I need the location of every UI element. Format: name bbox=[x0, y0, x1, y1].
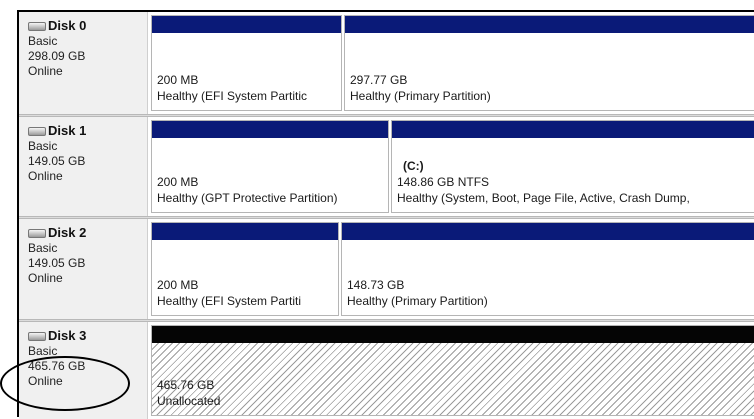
partition-status: Healthy (EFI System Partitic bbox=[157, 89, 308, 103]
hard-disk-icon bbox=[28, 126, 46, 136]
disk-size: 149.05 GB bbox=[28, 256, 86, 270]
disk-type: Basic bbox=[28, 139, 58, 153]
partition-status: Healthy (System, Boot, Page File, Active… bbox=[397, 191, 690, 205]
partition-size: 200 MB bbox=[157, 73, 199, 87]
disk-row-2[interactable]: Disk 2 Basic 149.05 GB Online 200 MB Hea… bbox=[19, 219, 754, 319]
disk-name: Disk 1 bbox=[48, 123, 87, 138]
partition-bar bbox=[152, 16, 341, 33]
disk-status: Online bbox=[28, 64, 63, 78]
partition-size: 148.86 GB NTFS bbox=[397, 175, 490, 189]
partition-status: Healthy (GPT Protective Partition) bbox=[157, 191, 338, 205]
disk-row-1[interactable]: Disk 1 Basic 149.05 GB Online 200 MB Hea… bbox=[19, 117, 754, 216]
disk-name: Disk 0 bbox=[48, 18, 87, 33]
partition-block[interactable]: 148.73 GB Healthy (Primary Partition) bbox=[341, 222, 754, 316]
partition-block[interactable]: 297.77 GB Healthy (Primary Partition) bbox=[344, 15, 754, 111]
partition-status: Unallocated bbox=[157, 394, 221, 408]
partition-size: 200 MB bbox=[157, 278, 199, 292]
partition-status: Healthy (Primary Partition) bbox=[347, 294, 488, 308]
partition-size: 297.77 GB bbox=[350, 73, 408, 87]
disk-label-1[interactable]: Disk 1 Basic 149.05 GB Online bbox=[19, 117, 148, 216]
partition-block[interactable]: 200 MB Healthy (EFI System Partitic bbox=[151, 15, 342, 111]
disk-status: Online bbox=[28, 271, 63, 285]
unallocated-block[interactable]: 465.76 GB Unallocated bbox=[151, 325, 754, 416]
disk-status: Online bbox=[28, 374, 63, 388]
unallocated-bar bbox=[152, 326, 754, 343]
disk-row-3[interactable]: Disk 3 Basic 465.76 GB Online 465.76 GB … bbox=[19, 322, 754, 419]
partition-block[interactable]: 200 MB Healthy (GPT Protective Partition… bbox=[151, 120, 389, 213]
disk-type: Basic bbox=[28, 344, 58, 358]
hard-disk-icon bbox=[28, 331, 46, 341]
disk-label-3[interactable]: Disk 3 Basic 465.76 GB Online bbox=[19, 322, 148, 419]
partition-block[interactable]: 200 MB Healthy (EFI System Partiti bbox=[151, 222, 339, 316]
disk-size: 465.76 GB bbox=[28, 359, 86, 373]
disk-size: 298.09 GB bbox=[28, 49, 86, 63]
disk-name: Disk 3 bbox=[48, 328, 87, 343]
hard-disk-icon bbox=[28, 21, 46, 31]
disk-type: Basic bbox=[28, 241, 58, 255]
disk-label-0[interactable]: Disk 0 Basic 298.09 GB Online bbox=[19, 12, 148, 114]
volume-letter: (C:) bbox=[403, 159, 424, 173]
disk-status: Online bbox=[28, 169, 63, 183]
partition-bar bbox=[392, 121, 754, 138]
partition-block[interactable]: (C:) 148.86 GB NTFS Healthy (System, Boo… bbox=[391, 120, 754, 213]
partition-status: Healthy (EFI System Partiti bbox=[157, 294, 302, 308]
disk-name: Disk 2 bbox=[48, 225, 87, 240]
disk-type: Basic bbox=[28, 34, 58, 48]
disk-row-0[interactable]: Disk 0 Basic 298.09 GB Online 200 MB Hea… bbox=[19, 12, 754, 114]
partition-status: Healthy (Primary Partition) bbox=[350, 89, 491, 103]
disk-label-2[interactable]: Disk 2 Basic 149.05 GB Online bbox=[19, 219, 148, 319]
disk-layout-panel: Disk 0 Basic 298.09 GB Online 200 MB Hea… bbox=[17, 10, 754, 419]
disk-size: 149.05 GB bbox=[28, 154, 86, 168]
hard-disk-icon bbox=[28, 228, 46, 238]
partition-size: 200 MB bbox=[157, 175, 199, 189]
partition-bar bbox=[152, 223, 338, 240]
partition-size: 465.76 GB bbox=[157, 378, 215, 392]
partition-bar bbox=[342, 223, 754, 240]
partition-bar bbox=[345, 16, 754, 33]
partition-bar bbox=[152, 121, 388, 138]
partition-size: 148.73 GB bbox=[347, 278, 405, 292]
